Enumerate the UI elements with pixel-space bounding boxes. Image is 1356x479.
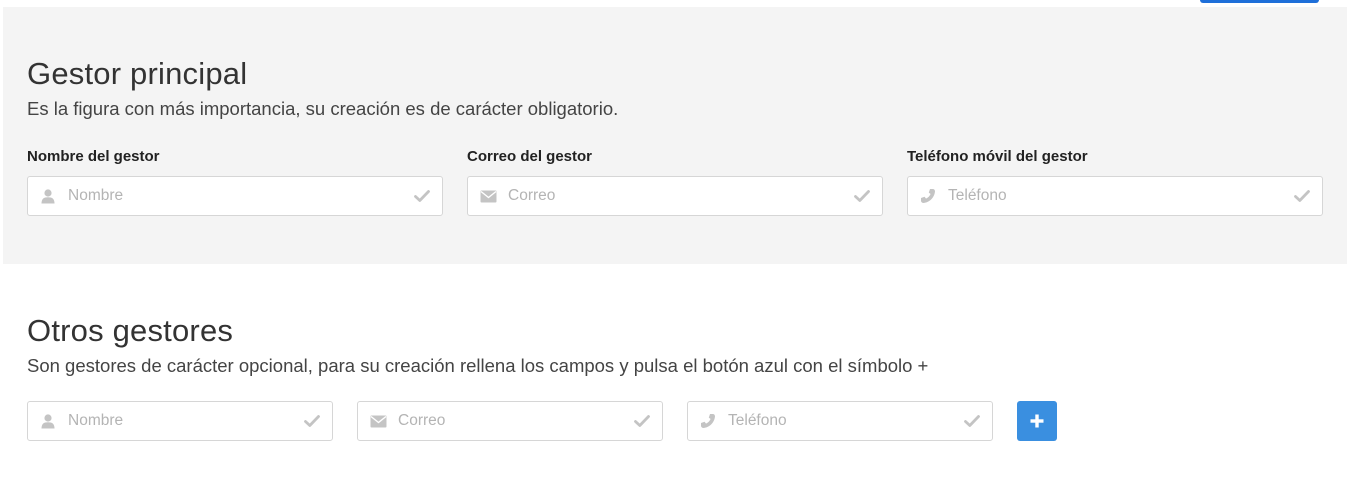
phone-icon	[908, 177, 948, 215]
main-section-subtitle: Es la figura con más importancia, su cre…	[27, 98, 619, 119]
check-icon	[402, 177, 442, 215]
check-icon	[292, 402, 332, 440]
other-phone-field[interactable]	[687, 401, 993, 441]
top-button-edge[interactable]	[1200, 0, 1319, 3]
other-email-input[interactable]	[398, 402, 622, 440]
main-name-label: Nombre del gestor	[27, 148, 160, 165]
check-icon	[1282, 177, 1322, 215]
check-icon	[622, 402, 662, 440]
add-manager-button[interactable]	[1017, 401, 1057, 441]
envelope-icon	[358, 402, 398, 440]
main-name-field[interactable]	[27, 176, 443, 216]
main-email-field[interactable]	[467, 176, 883, 216]
check-icon	[842, 177, 882, 215]
check-icon	[952, 402, 992, 440]
main-email-label: Correo del gestor	[467, 148, 593, 165]
plus-icon	[1030, 414, 1044, 428]
main-phone-label: Teléfono móvil del gestor	[907, 148, 1088, 165]
main-phone-input[interactable]	[948, 177, 1282, 215]
other-section-subtitle: Son gestores de carácter opcional, para …	[27, 355, 929, 376]
top-strip	[0, 0, 1356, 7]
other-name-field[interactable]	[27, 401, 333, 441]
other-email-field[interactable]	[357, 401, 663, 441]
user-icon	[28, 402, 68, 440]
user-icon	[28, 177, 68, 215]
other-section-title: Otros gestores	[27, 313, 234, 348]
main-name-input[interactable]	[68, 177, 402, 215]
phone-icon	[688, 402, 728, 440]
envelope-icon	[468, 177, 508, 215]
main-phone-field[interactable]	[907, 176, 1323, 216]
main-email-input[interactable]	[508, 177, 842, 215]
main-section-title: Gestor principal	[27, 56, 248, 91]
other-name-input[interactable]	[68, 402, 292, 440]
other-phone-input[interactable]	[728, 402, 952, 440]
main-manager-panel	[3, 7, 1347, 264]
